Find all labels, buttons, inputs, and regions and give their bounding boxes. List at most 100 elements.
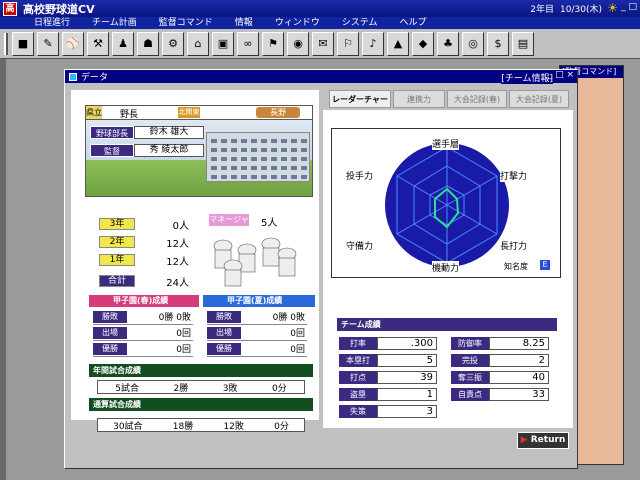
toolbar-button-17-icon[interactable]: ◆ (412, 31, 434, 56)
tab-strip: レーダーチャート 連携力 大会記録(春) 大会記録(夏) (329, 90, 571, 122)
year-games-header: 年間試合成績 (89, 364, 313, 377)
toolbar-button-21-icon[interactable]: ▤ (512, 31, 534, 56)
total-draws: 0分 (274, 421, 289, 432)
return-button[interactable]: ▶ Return (517, 432, 569, 449)
building-window (301, 166, 307, 170)
menu-coach-command[interactable]: 監督コマンド (159, 17, 213, 29)
grade-1-label: 1年 (99, 254, 135, 266)
toolbar-button-16-icon[interactable]: ▲ (387, 31, 409, 56)
radar-label-power: 長打力 (500, 239, 528, 252)
building-window (231, 166, 237, 170)
total-losses: 12敗 (223, 421, 244, 432)
toolbar-button-11-icon[interactable]: ⚑ (262, 31, 284, 56)
menu-bar: 日程進行 チーム計画 監督コマンド 情報 ウィンドウ システム ヘルプ (0, 17, 640, 29)
stat-err-label: 失策 (339, 405, 377, 418)
stat-sb-value: 1 (377, 388, 437, 401)
toolbar-button-9-icon[interactable]: ▣ (212, 31, 234, 56)
toolbar-button-2-icon[interactable]: ✎ (37, 31, 59, 56)
toolbar-button-14-icon[interactable]: ⚐ (337, 31, 359, 56)
school-header: 県立 野長 北関東 長野 (86, 106, 312, 120)
left-edge (0, 59, 6, 480)
building-window (221, 157, 227, 161)
menu-system[interactable]: システム (342, 17, 378, 29)
window-controls[interactable]: _ □ (621, 2, 637, 12)
summer-record-row: 勝敗 0勝 0敗 (207, 309, 307, 325)
grade-2-label: 2年 (99, 236, 135, 248)
spring-win-value: 0回 (176, 345, 191, 355)
building-window (231, 148, 237, 152)
radar-label-pitching: 投手力 (346, 169, 374, 182)
building-window (231, 157, 237, 161)
spring-appear-value: 0回 (176, 329, 191, 339)
radar-label-defense: 守備力 (346, 239, 374, 252)
toolbar-button-10-icon[interactable]: ∞ (237, 31, 259, 56)
building-window (211, 148, 217, 152)
toolbar-button-3-icon[interactable]: ⚾ (62, 31, 84, 56)
stat-cg-value: 2 (489, 354, 549, 367)
menu-info[interactable]: 情報 (235, 17, 253, 29)
stat-rbi-value: 39 (377, 371, 437, 384)
koshien-summer-table: 勝敗 0勝 0敗 出場 0回 優勝 0回 (207, 309, 307, 357)
stat-avg-row: 打率 .300 (339, 336, 437, 351)
toolbar-button-6-icon[interactable]: ☗ (137, 31, 159, 56)
building-window (251, 139, 257, 143)
stat-er-value: 33 (489, 388, 549, 401)
team-stats-panel: チーム成績 打率 .300 本塁打 5 打点 39 盗塁 1 失策 3 防御率 8.25 完… (331, 308, 561, 426)
menu-team-plan[interactable]: チーム計画 (92, 17, 137, 29)
stat-er-row: 自責点 33 (451, 387, 549, 402)
title-bar: 高 高校野球道CV 2年目 10/30(木) ☀ _ □ (0, 0, 640, 17)
building-window (221, 148, 227, 152)
building-window (271, 175, 277, 179)
date-label: 10/30(木) (560, 5, 602, 15)
building-window (281, 166, 287, 170)
building-window (291, 139, 297, 143)
toolbar-button-7-icon[interactable]: ⚙ (162, 31, 184, 56)
toolbar-button-13-icon[interactable]: ✉ (312, 31, 334, 56)
building-window (301, 157, 307, 161)
toolbar-grip[interactable] (4, 32, 8, 55)
team-stats-header: チーム成績 (337, 318, 557, 331)
building-window (261, 166, 267, 170)
team-info-label: [チーム情報] (501, 71, 553, 84)
building-window (241, 157, 247, 161)
tab-tournament-spring[interactable]: 大会記録(春) (447, 90, 507, 108)
radar-label-depth: 選手層 (432, 137, 460, 150)
building-window (221, 166, 227, 170)
coach-row: 監督 秀 綾太郎 (90, 144, 204, 157)
stat-so-value: 40 (489, 371, 549, 384)
toolbar-button-5-icon[interactable]: ♟ (112, 31, 134, 56)
total-games-count: 30試合 (113, 421, 143, 432)
toolbar-button-1-icon[interactable]: ■ (12, 31, 34, 56)
menu-help[interactable]: ヘルプ (400, 17, 427, 29)
return-label: Return (530, 435, 566, 445)
toolbar-button-4-icon[interactable]: ⚒ (87, 31, 109, 56)
stat-err-row: 失策 3 (339, 404, 437, 419)
stat-cg-row: 完投 2 (451, 353, 549, 368)
menu-window[interactable]: ウィンドウ (275, 17, 320, 29)
tab-radar-chart[interactable]: レーダーチャート (329, 90, 391, 122)
summer-win-label: 優勝 (207, 342, 241, 355)
tab-tournament-summer[interactable]: 大会記録(夏) (509, 90, 569, 108)
menu-schedule[interactable]: 日程進行 (34, 17, 70, 29)
stat-so-row: 奪三振 40 (451, 370, 549, 385)
building-window (301, 139, 307, 143)
toolbar-button-12-icon[interactable]: ◉ (287, 31, 309, 56)
school-building-image (206, 132, 310, 182)
toolbar-button-15-icon[interactable]: ♪ (362, 31, 384, 56)
building-window (251, 157, 257, 161)
toolbar-button-19-icon[interactable]: ◎ (462, 31, 484, 56)
window-controls[interactable]: _ □ × (548, 70, 574, 80)
toolbar-button-18-icon[interactable]: ♣ (437, 31, 459, 56)
stat-avg-label: 打率 (339, 337, 377, 350)
building-window (281, 139, 287, 143)
toolbar-button-20-icon[interactable]: $ (487, 31, 509, 56)
summer-appear-value: 0回 (290, 329, 305, 339)
year-label: 2年目 (530, 5, 555, 15)
toolbar-button-8-icon[interactable]: ⌂ (187, 31, 209, 56)
building-window (291, 166, 297, 170)
tab-teamwork[interactable]: 連携力 (393, 90, 445, 108)
spring-appear-label: 出場 (93, 326, 127, 339)
spring-appear-row: 出場 0回 (93, 325, 193, 341)
school-info-panel: 県立 野長 北関東 長野 野球部長 鈴木 雄大 監督 秀 綾太郎 3年 0人 2… (71, 90, 319, 420)
total-games-header: 通算試合成績 (89, 398, 313, 411)
